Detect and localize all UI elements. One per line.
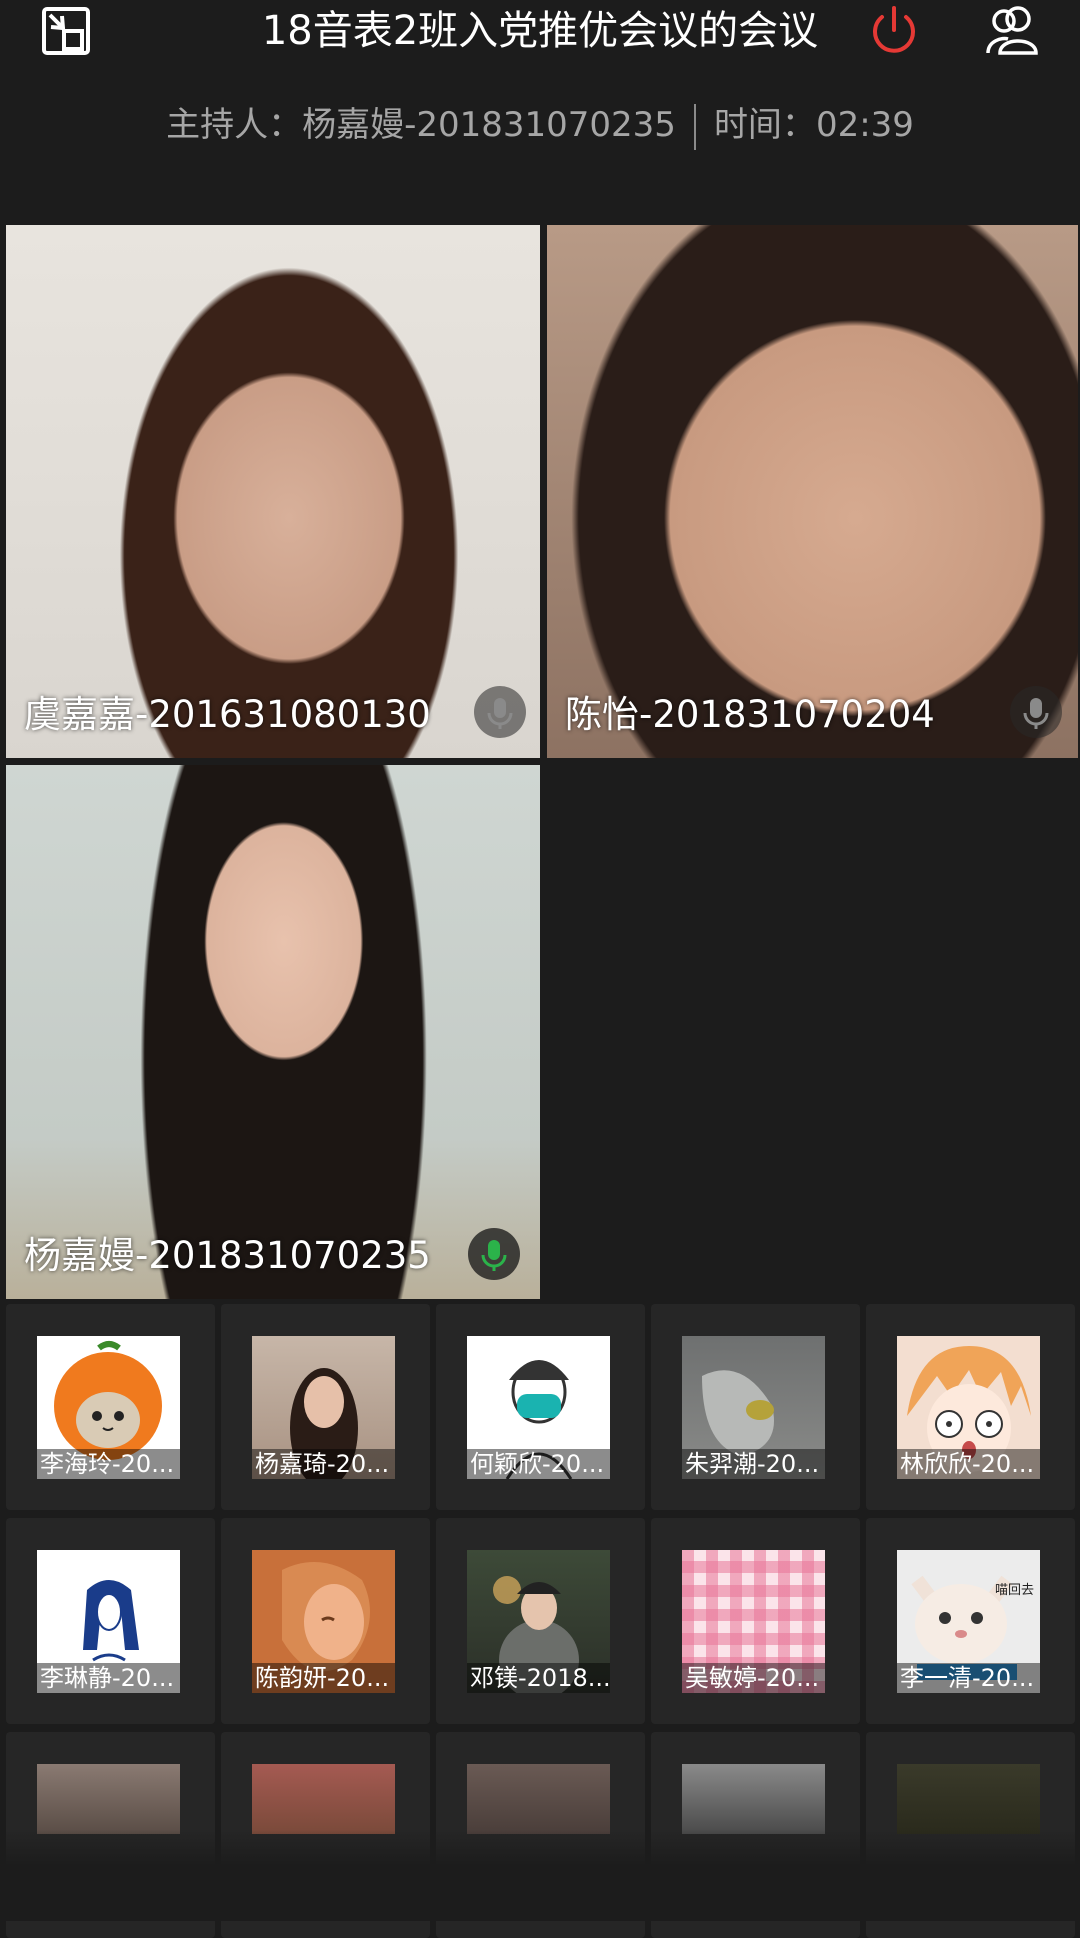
avatar: 陈韵妍-20... — [252, 1550, 395, 1693]
participant-cell[interactable]: 李琳静-20... — [6, 1518, 215, 1724]
participant-name: 吴敏婷-20... — [682, 1663, 825, 1693]
avatar: 李海玲-20... — [37, 1336, 180, 1479]
participant-name: 陈怡-201831070204 — [565, 693, 935, 736]
participant-name: 虞嘉嘉-201631080130 — [24, 693, 431, 736]
host-label: 主持人： — [166, 105, 303, 145]
participant-name: 李海玲-20... — [37, 1449, 180, 1479]
mic-active-icon — [468, 1228, 520, 1280]
participant-cell[interactable]: 朱羿潮-20... — [651, 1304, 860, 1510]
video-tile[interactable]: 虞嘉嘉-201631080130 — [6, 225, 540, 758]
participant-name: 杨嘉琦-20... — [252, 1449, 395, 1479]
participant-cell[interactable]: 杨嘉琦-20... — [221, 1304, 430, 1510]
avatar: 杨嘉琦-20... — [252, 1336, 395, 1479]
avatar: 李琳静-20... — [37, 1550, 180, 1693]
avatar: 吴敏婷-20... — [682, 1550, 825, 1693]
participant-cell[interactable]: 邓镁-2018... — [436, 1518, 645, 1724]
avatar — [682, 1764, 825, 1834]
participant-name: 林欣欣-20... — [897, 1449, 1040, 1479]
participant-name: 李一清-20... — [897, 1663, 1040, 1693]
power-icon[interactable] — [866, 3, 922, 59]
avatar: 林欣欣-20... — [897, 1336, 1040, 1479]
members-icon[interactable] — [982, 3, 1044, 59]
video-tile[interactable]: 杨嘉嫚-201831070235 — [6, 765, 540, 1299]
avatar — [252, 1764, 395, 1834]
participant-cell[interactable]: 何颖欣-20... — [436, 1304, 645, 1510]
video-tile[interactable]: 陈怡-201831070204 — [547, 225, 1078, 758]
participant-name: 陈韵妍-20... — [252, 1663, 395, 1693]
mic-muted-icon — [1010, 686, 1062, 738]
meeting-info: 主持人：杨嘉嫚-201831070235 时间：02:39 — [0, 100, 1080, 150]
avatar: 朱羿潮-20... — [682, 1336, 825, 1479]
avatar: 何颖欣-20... — [467, 1336, 610, 1479]
participant-name: 朱羿潮-20... — [682, 1449, 825, 1479]
avatar — [897, 1764, 1040, 1834]
participant-name: 杨嘉嫚-201831070235 — [24, 1234, 431, 1277]
participant-name: 李琳静-20... — [37, 1663, 180, 1693]
avatar: 喵回去 李一清-20... — [897, 1550, 1040, 1693]
meeting-title: 18音表2班入党推优会议的会议 — [261, 8, 819, 54]
video-feed — [6, 765, 540, 1299]
time-label: 时间： — [713, 105, 816, 145]
participant-cell[interactable]: 喵回去 李一清-20... — [866, 1518, 1075, 1724]
video-feed — [547, 225, 1078, 758]
thumbnail-caption: 喵回去 — [995, 1583, 1034, 1598]
participant-cell[interactable]: 林欣欣-20... — [866, 1304, 1075, 1510]
avatar: 邓镁-2018... — [467, 1550, 610, 1693]
meeting-header: 18音表2班入党推优会议的会议 主持人：杨嘉嫚-201831070235 时间：0… — [0, 0, 1080, 150]
divider — [693, 103, 696, 150]
participant-name: 何颖欣-20... — [467, 1449, 610, 1479]
participant-cell[interactable]: 吴敏婷-20... — [651, 1518, 860, 1724]
meeting-timer: 02:39 — [815, 105, 914, 145]
participant-cell[interactable]: 李海玲-20... — [6, 1304, 215, 1510]
exit-fullscreen-icon[interactable] — [40, 5, 96, 61]
bottom-fade — [0, 1830, 1080, 1921]
avatar — [467, 1764, 610, 1834]
host-name: 杨嘉嫚-201831070235 — [302, 105, 676, 145]
avatar — [37, 1764, 180, 1834]
participant-name: 邓镁-2018... — [467, 1663, 610, 1693]
video-feed — [6, 225, 540, 758]
mic-muted-icon — [474, 686, 526, 738]
participant-cell[interactable]: 陈韵妍-20... — [221, 1518, 430, 1724]
